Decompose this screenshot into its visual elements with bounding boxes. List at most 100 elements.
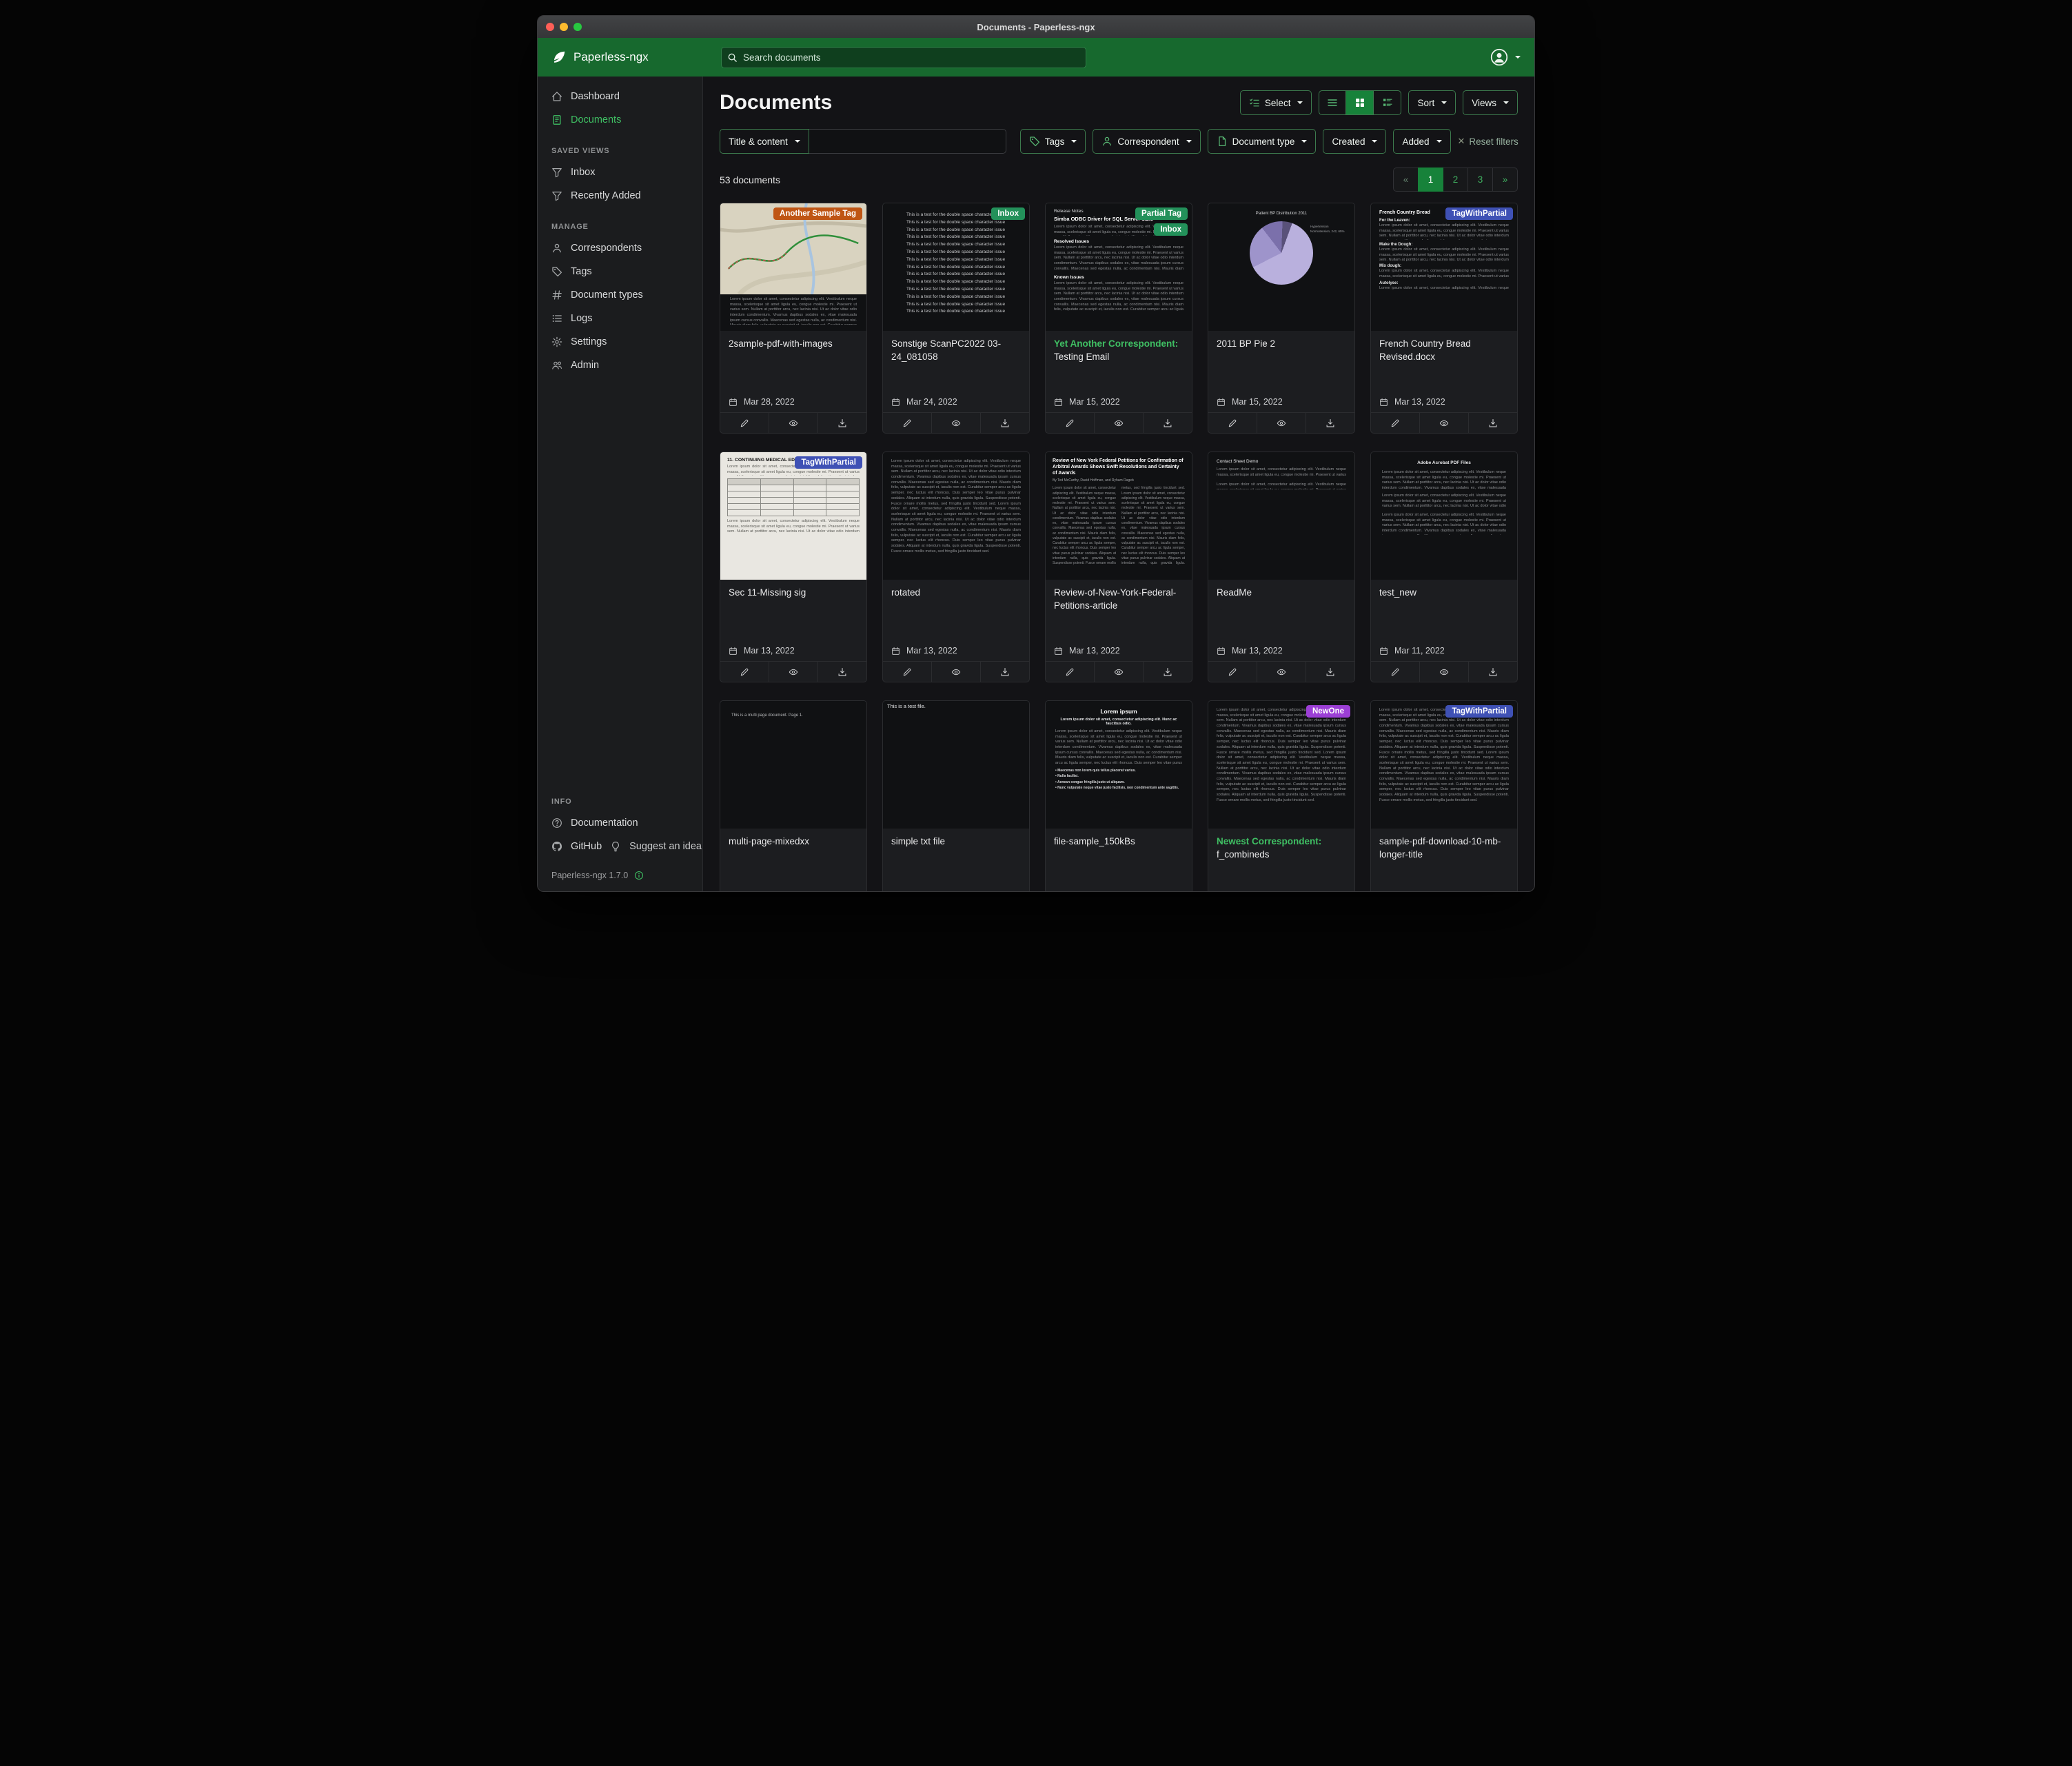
document-thumbnail[interactable]: This is a test file. (883, 701, 1029, 829)
tag-badge[interactable]: TagWithPartial (1445, 207, 1513, 220)
pagination-next-button[interactable]: » (1492, 168, 1518, 192)
edit-button[interactable] (1208, 662, 1257, 682)
document-thumbnail[interactable]: Lorem ipsum dolor sit amet, consectetur … (720, 203, 866, 331)
title-content-dropdown[interactable]: Title & content (720, 129, 809, 154)
tag-badge[interactable]: Inbox (1154, 223, 1188, 236)
view-button[interactable] (931, 413, 980, 433)
search-input[interactable] (721, 47, 1086, 68)
download-button[interactable] (1143, 413, 1192, 433)
document-title[interactable]: Review-of-New-York-Federal-Petitions-art… (1054, 587, 1184, 613)
edit-button[interactable] (883, 413, 931, 433)
document-thumbnail[interactable]: Lorem ipsum dolor sit amet, consectetur … (883, 452, 1029, 580)
sidebar-item-dashboard[interactable]: Dashboard (538, 85, 702, 108)
document-title[interactable]: rotated (891, 587, 1021, 600)
document-thumbnail[interactable]: Release NotesSimba ODBC Driver for SQL S… (1046, 203, 1192, 331)
sidebar-item-logs[interactable]: Logs (538, 307, 702, 330)
brand[interactable]: Paperless-ngx (551, 50, 704, 65)
view-button[interactable] (1094, 413, 1143, 433)
created-filter-button[interactable]: Created (1323, 129, 1386, 154)
download-button[interactable] (1306, 662, 1354, 682)
document-thumbnail[interactable]: This is a test for the double space char… (883, 203, 1029, 331)
title-content-input[interactable] (809, 129, 1006, 154)
sidebar-item-document-types[interactable]: Document types (538, 283, 702, 307)
view-detail-button[interactable] (1374, 90, 1401, 115)
pagination-page-2[interactable]: 2 (1443, 168, 1468, 192)
pagination-page-1[interactable]: 1 (1418, 168, 1443, 192)
sidebar-item-github[interactable]: GitHub (538, 835, 606, 858)
sidebar-item-documentation[interactable]: Documentation (538, 811, 702, 835)
view-button[interactable] (1419, 413, 1468, 433)
sidebar-item-documents[interactable]: Documents (538, 108, 702, 132)
tags-filter-button[interactable]: Tags (1020, 129, 1086, 154)
document-title[interactable]: file-sample_150kBs (1054, 835, 1184, 849)
tag-badge[interactable]: TagWithPartial (795, 456, 862, 469)
sidebar-item-correspondents[interactable]: Correspondents (538, 236, 702, 260)
view-list-button[interactable] (1319, 90, 1346, 115)
view-button[interactable] (1419, 662, 1468, 682)
edit-button[interactable] (1371, 662, 1419, 682)
view-grid-button[interactable] (1346, 90, 1374, 115)
document-title[interactable]: Sonstige ScanPC2022 03-24_081058 (891, 338, 1021, 364)
edit-button[interactable] (1046, 662, 1094, 682)
view-button[interactable] (769, 662, 817, 682)
download-button[interactable] (1306, 413, 1354, 433)
sidebar-item-tags[interactable]: Tags (538, 260, 702, 283)
document-correspondent[interactable]: Newest Correspondent: (1217, 836, 1321, 846)
pagination-prev-button[interactable]: « (1393, 168, 1419, 192)
sidebar-item-admin[interactable]: Admin (538, 354, 702, 377)
document-thumbnail[interactable]: Patient BP Distribution 2011Hypertension… (1208, 203, 1354, 331)
edit-button[interactable] (1371, 413, 1419, 433)
download-button[interactable] (817, 662, 866, 682)
document-type-filter-button[interactable]: Document type (1208, 129, 1317, 154)
info-icon[interactable] (634, 871, 644, 880)
download-button[interactable] (1143, 662, 1192, 682)
tag-badge[interactable]: NewOne (1306, 705, 1350, 718)
select-button[interactable]: Select (1240, 90, 1312, 115)
sort-button[interactable]: Sort (1408, 90, 1456, 115)
document-thumbnail[interactable]: This is a multi page document. Page 1. (720, 701, 866, 829)
document-title[interactable]: ReadMe (1217, 587, 1346, 600)
download-button[interactable] (817, 413, 866, 433)
document-title[interactable]: 2011 BP Pie 2 (1217, 338, 1346, 351)
sidebar-item-recently-added[interactable]: Recently Added (538, 184, 702, 207)
user-menu[interactable] (1490, 48, 1521, 66)
tag-badge[interactable]: Another Sample Tag (773, 207, 862, 220)
download-button[interactable] (1468, 413, 1517, 433)
document-thumbnail[interactable]: Adobe Acrobat PDF FilesLorem ipsum dolor… (1371, 452, 1517, 580)
tag-badge[interactable]: TagWithPartial (1445, 705, 1513, 718)
document-title[interactable]: multi-page-mixedxx (729, 835, 858, 849)
document-thumbnail[interactable]: Contact Sheet DemoLorem ipsum dolor sit … (1208, 452, 1354, 580)
sidebar-item-settings[interactable]: Settings (538, 330, 702, 354)
document-thumbnail[interactable]: French Country BreadFor the Leaven:Lorem… (1371, 203, 1517, 331)
zoom-button[interactable] (573, 23, 582, 31)
document-title[interactable]: sample-pdf-download-10-mb-longer-title (1379, 835, 1509, 862)
download-button[interactable] (980, 413, 1029, 433)
download-button[interactable] (1468, 662, 1517, 682)
document-thumbnail[interactable]: Lorem ipsum dolor sit amet, consectetur … (1371, 701, 1517, 829)
sidebar-item-inbox[interactable]: Inbox (538, 161, 702, 184)
view-button[interactable] (1257, 413, 1306, 433)
document-correspondent[interactable]: Yet Another Correspondent: (1054, 338, 1178, 349)
pagination-page-3[interactable]: 3 (1467, 168, 1493, 192)
view-button[interactable] (1094, 662, 1143, 682)
document-title[interactable]: Yet Another Correspondent: Testing Email (1054, 338, 1184, 364)
document-title[interactable]: simple txt file (891, 835, 1021, 849)
view-button[interactable] (1257, 662, 1306, 682)
document-thumbnail[interactable]: Review of New York Federal Petitions for… (1046, 452, 1192, 580)
download-button[interactable] (980, 662, 1029, 682)
document-thumbnail[interactable]: 11. CONTINUING MEDICAL EDUCALorem ipsum … (720, 452, 866, 580)
sidebar-item-suggest-an-idea[interactable]: Suggest an idea (606, 835, 706, 858)
document-title[interactable]: Newest Correspondent: f_combineds (1217, 835, 1346, 862)
minimize-button[interactable] (560, 23, 568, 31)
close-button[interactable] (546, 23, 554, 31)
tag-badge[interactable]: Partial Tag (1135, 207, 1188, 220)
edit-button[interactable] (720, 662, 769, 682)
edit-button[interactable] (1046, 413, 1094, 433)
edit-button[interactable] (1208, 413, 1257, 433)
view-button[interactable] (931, 662, 980, 682)
document-title[interactable]: 2sample-pdf-with-images (729, 338, 858, 351)
document-thumbnail[interactable]: Lorem ipsum dolor sit amet, consectetur … (1208, 701, 1354, 829)
tag-badge[interactable]: Inbox (991, 207, 1025, 220)
edit-button[interactable] (720, 413, 769, 433)
document-title[interactable]: French Country Bread Revised.docx (1379, 338, 1509, 364)
